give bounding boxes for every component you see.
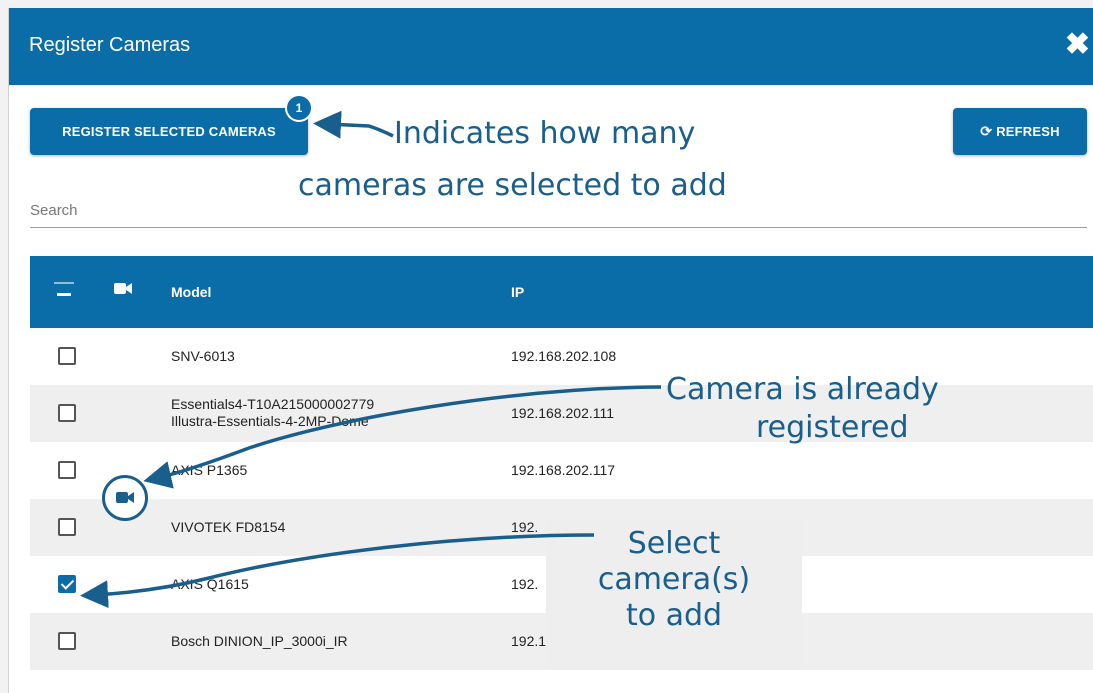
annotation-arrows bbox=[80, 110, 662, 609]
register-cameras-dialog: Register Cameras ✖ REGISTER SELECTED CAM… bbox=[8, 8, 1093, 693]
